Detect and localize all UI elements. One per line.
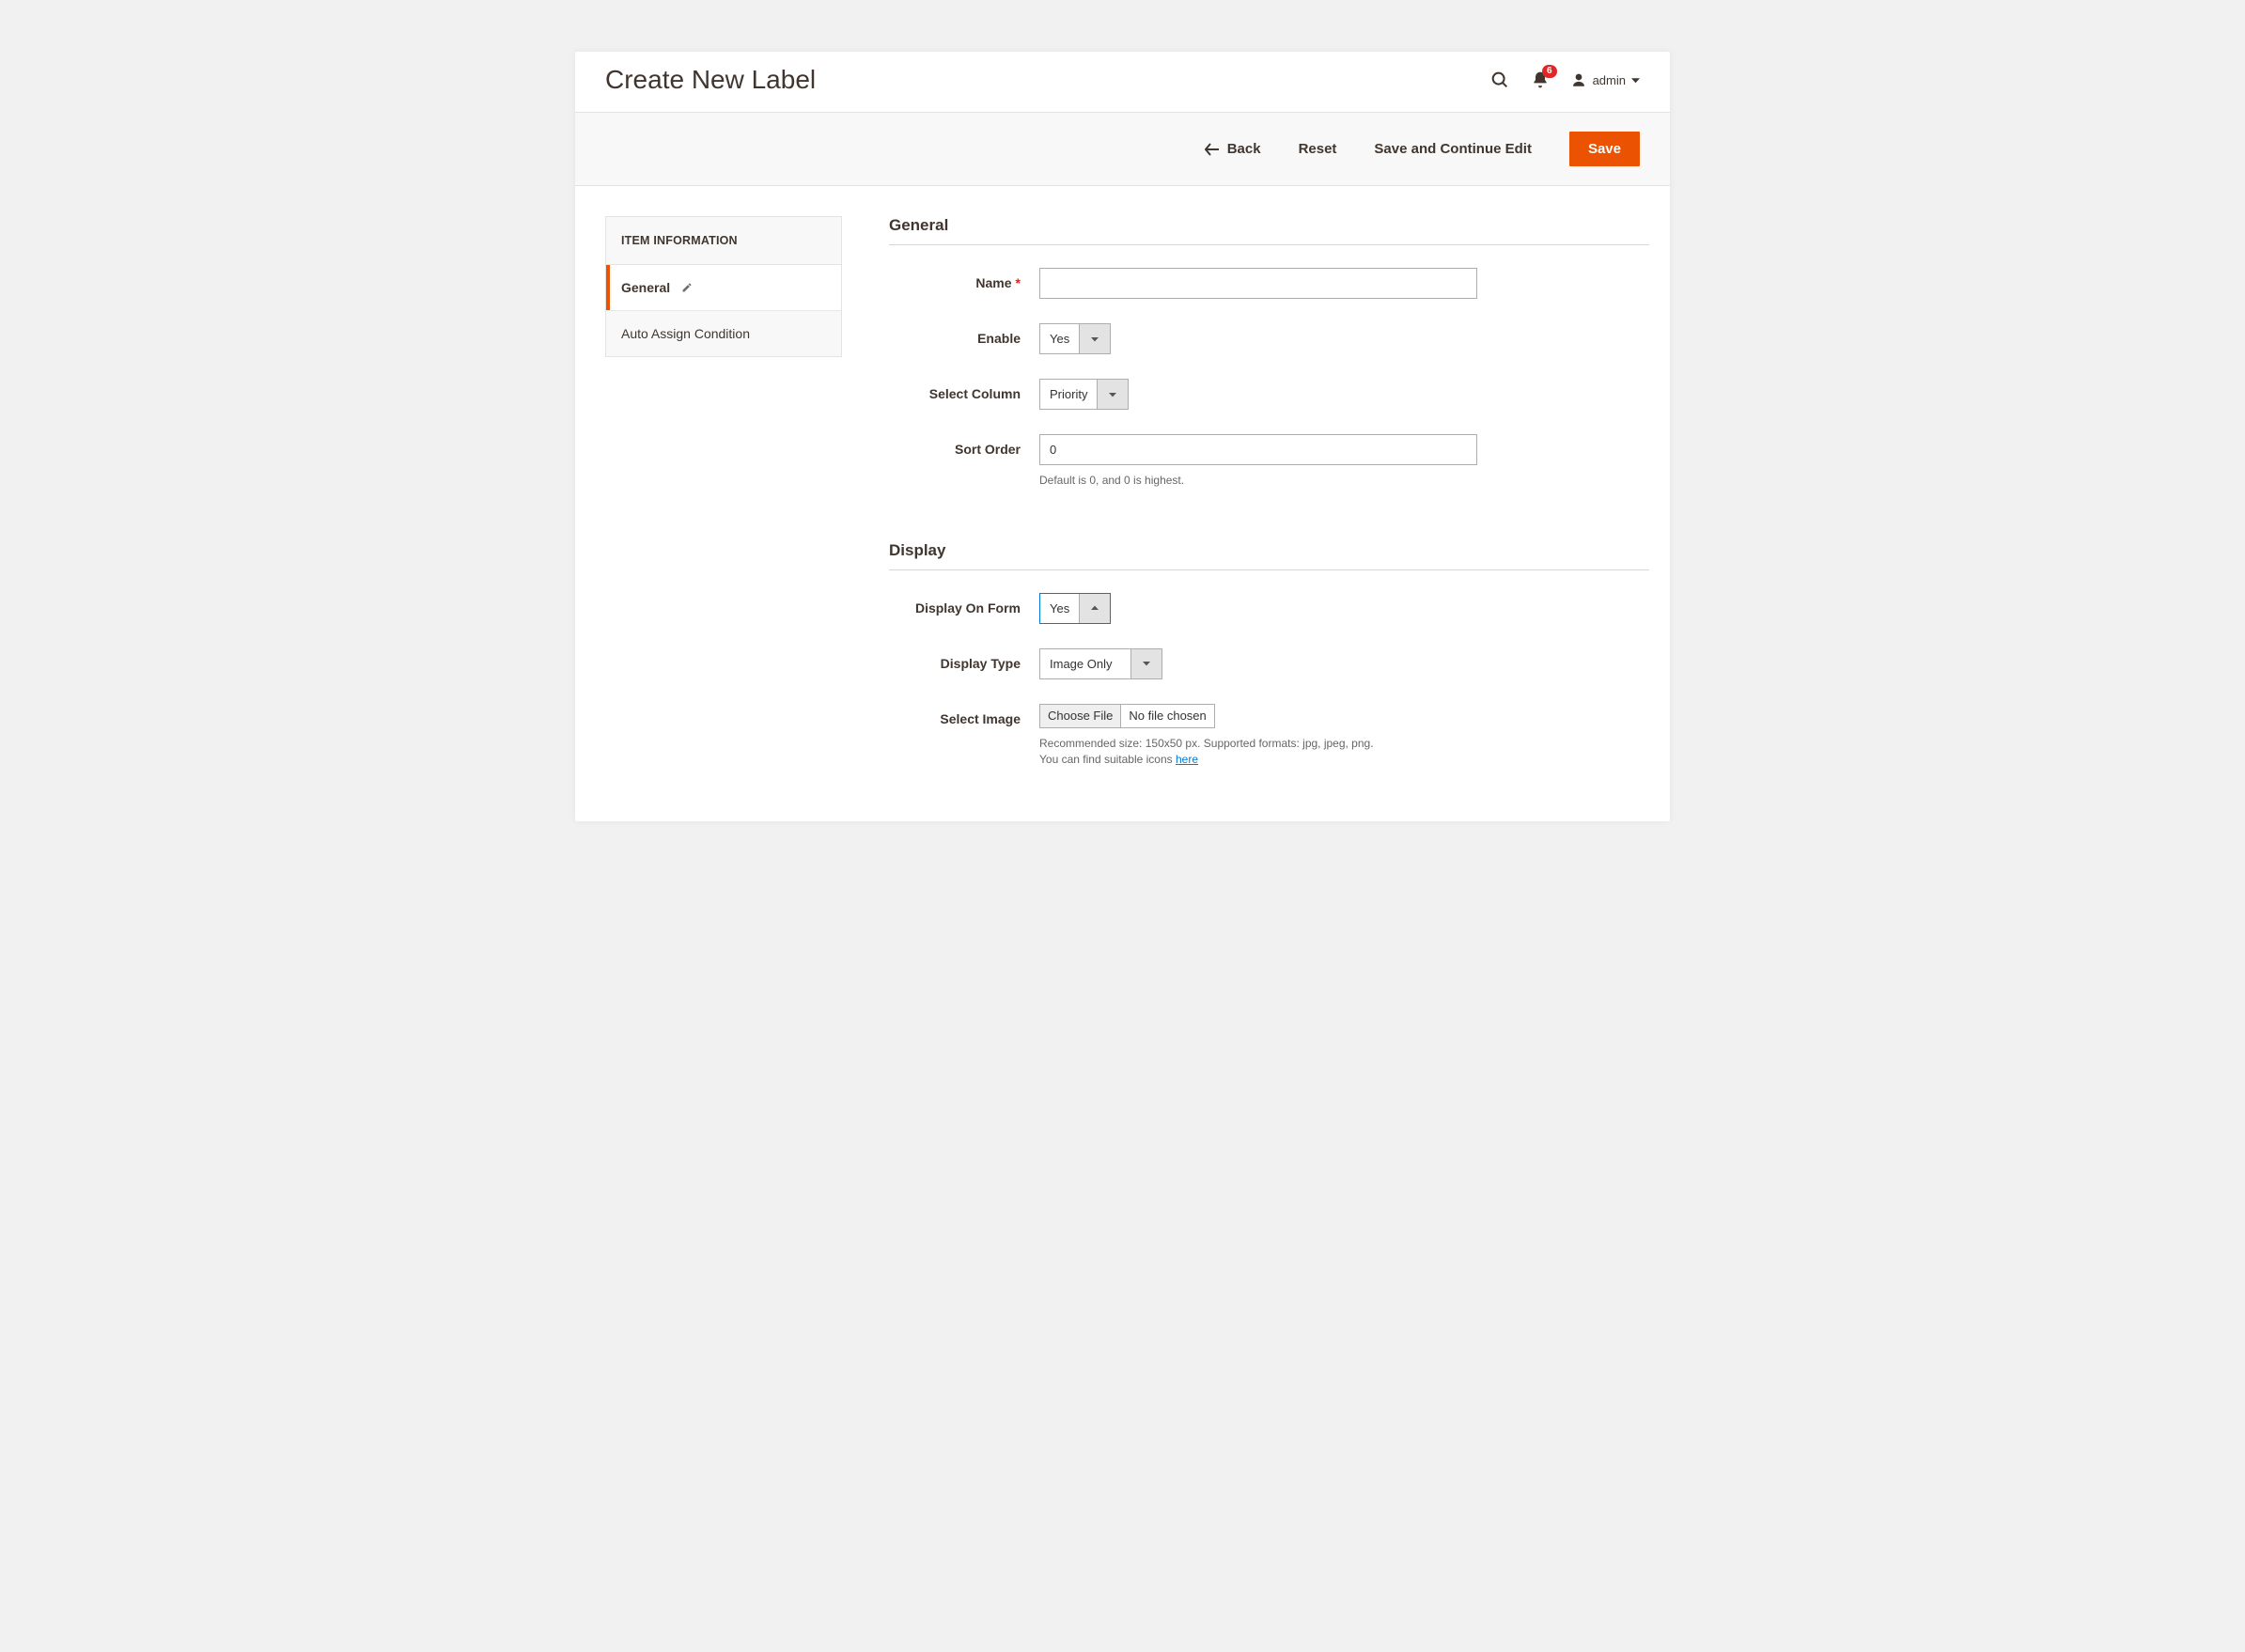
caret-down-icon [1631, 76, 1640, 85]
row-select-column: Select Column Priority [889, 379, 1649, 410]
sort-order-input[interactable] [1039, 434, 1477, 465]
arrow-left-icon [1205, 143, 1220, 156]
sidebar-item-label: Auto Assign Condition [621, 326, 750, 341]
section-title-display: Display [889, 541, 1649, 570]
back-button[interactable]: Back [1205, 141, 1261, 157]
label-name: Name* [889, 268, 1039, 290]
file-input[interactable]: Choose File No file chosen [1039, 704, 1215, 728]
user-icon [1570, 71, 1587, 88]
row-display-on-form: Display On Form Yes [889, 593, 1649, 624]
enable-select[interactable]: Yes [1039, 323, 1111, 354]
caret-down-icon [1097, 380, 1128, 409]
icons-link[interactable]: here [1176, 753, 1198, 766]
caret-down-icon [1079, 324, 1110, 353]
row-name: Name* [889, 268, 1649, 299]
sidebar-item-label: General [621, 280, 670, 295]
row-display-type: Display Type Image Only [889, 648, 1649, 679]
content: ITEM INFORMATION General Auto Assign Con… [575, 186, 1670, 821]
label-select-image: Select Image [889, 704, 1039, 726]
label-display-on-form: Display On Form [889, 593, 1039, 616]
label-sort-order: Sort Order [889, 434, 1039, 457]
page-title: Create New Label [605, 65, 816, 95]
select-value: Priority [1040, 380, 1097, 409]
save-continue-button[interactable]: Save and Continue Edit [1374, 141, 1532, 157]
select-value: Yes [1040, 594, 1079, 623]
row-select-image: Select Image Choose File No file chosen … [889, 704, 1649, 768]
sidebar-item-auto-assign[interactable]: Auto Assign Condition [606, 311, 841, 356]
select-column-select[interactable]: Priority [1039, 379, 1129, 410]
select-value: Yes [1040, 324, 1079, 353]
reset-button[interactable]: Reset [1299, 141, 1337, 157]
sidebar-title: ITEM INFORMATION [606, 217, 841, 265]
required-marker: * [1016, 275, 1021, 290]
select-value: Image Only [1040, 649, 1130, 678]
display-type-select[interactable]: Image Only [1039, 648, 1162, 679]
page-header: Create New Label 6 admin [575, 52, 1670, 112]
sort-order-help: Default is 0, and 0 is highest. [1039, 473, 1622, 489]
sidebar-item-general[interactable]: General [606, 265, 841, 311]
notifications-icon[interactable]: 6 [1531, 70, 1550, 89]
label-select-column: Select Column [889, 379, 1039, 401]
choose-file-button[interactable]: Choose File [1040, 705, 1121, 727]
header-tools: 6 admin [1489, 70, 1640, 90]
pencil-icon [681, 282, 693, 293]
image-help: Recommended size: 150x50 px. Supported f… [1039, 736, 1622, 768]
label-display-type: Display Type [889, 648, 1039, 671]
display-on-form-select[interactable]: Yes [1039, 593, 1111, 624]
user-label: admin [1593, 73, 1626, 87]
form-area: General Name* Enable Yes [889, 216, 1649, 791]
file-status-text: No file chosen [1121, 705, 1213, 727]
section-title-general: General [889, 216, 1649, 245]
caret-down-icon [1130, 649, 1161, 678]
sidebar: ITEM INFORMATION General Auto Assign Con… [605, 216, 842, 357]
row-enable: Enable Yes [889, 323, 1649, 354]
user-menu[interactable]: admin [1570, 71, 1640, 88]
label-enable: Enable [889, 323, 1039, 346]
action-bar: Back Reset Save and Continue Edit Save [575, 112, 1670, 186]
notification-badge: 6 [1542, 65, 1557, 78]
name-input[interactable] [1039, 268, 1477, 299]
search-icon[interactable] [1489, 70, 1510, 90]
page-container: Create New Label 6 admin Back Reset Save… [575, 52, 1670, 821]
row-sort-order: Sort Order Default is 0, and 0 is highes… [889, 434, 1649, 489]
save-button[interactable]: Save [1569, 132, 1640, 166]
caret-up-icon [1079, 594, 1110, 623]
